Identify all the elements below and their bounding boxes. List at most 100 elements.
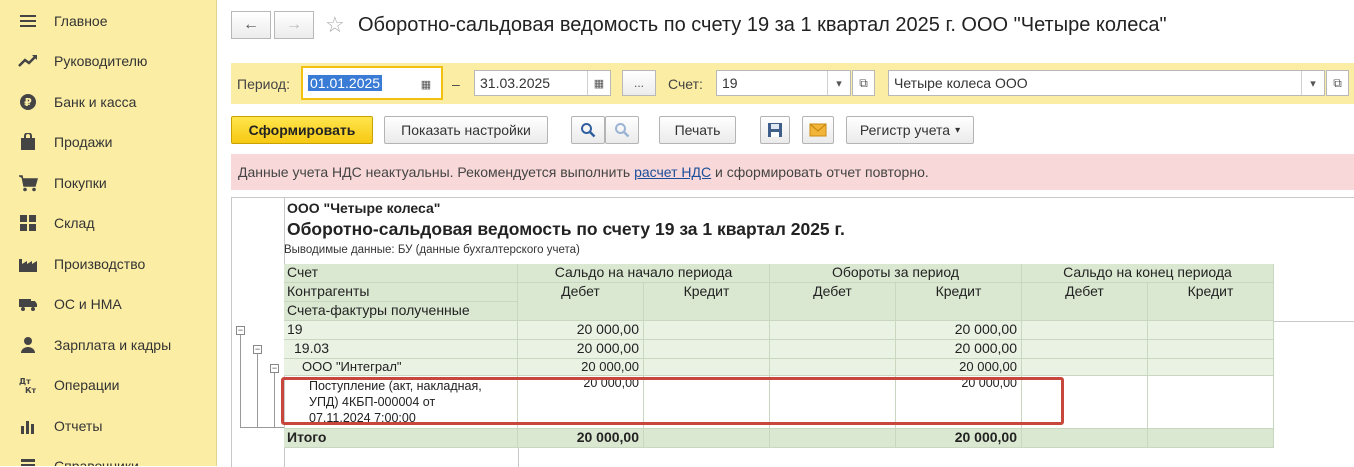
period-label: Период: bbox=[237, 76, 290, 92]
date-from-field[interactable]: 01.01.2025 ▦ bbox=[301, 66, 443, 100]
sidebar-item-fixed-assets[interactable]: ОС и НМА bbox=[0, 284, 216, 324]
col-header-account: Счет bbox=[284, 264, 518, 283]
forward-button[interactable]: → bbox=[274, 11, 314, 39]
star-icon[interactable]: ☆ bbox=[325, 12, 345, 38]
total-turn-credit: 20 000,00 bbox=[896, 429, 1022, 448]
sidebar-item-production[interactable]: Производство bbox=[0, 244, 216, 284]
cell-turn-credit: 20 000,00 bbox=[896, 359, 1022, 376]
sidebar-item-operations[interactable]: Дт Кт Операции bbox=[0, 365, 216, 405]
page-title: Оборотно-сальдовая ведомость по счету 19… bbox=[358, 14, 1167, 36]
chevron-down-icon[interactable]: ▾ bbox=[1301, 71, 1324, 95]
sidebar-item-warehouse[interactable]: Склад bbox=[0, 203, 216, 243]
floppy-icon bbox=[768, 123, 782, 137]
table-row[interactable]: 19.03 bbox=[284, 340, 518, 359]
sidebar-item-label: Производство bbox=[54, 256, 146, 272]
col-header-credit: Кредит bbox=[644, 283, 770, 321]
calendar-icon[interactable]: ▦ bbox=[415, 74, 437, 94]
cell-turn-credit: 20 000,00 bbox=[896, 321, 1022, 340]
period-select-button[interactable]: ... bbox=[622, 70, 656, 96]
total-open-debit: 20 000,00 bbox=[518, 429, 644, 448]
col-header-debit: Дебет bbox=[518, 283, 644, 321]
chevron-down-icon: ▾ bbox=[955, 124, 961, 136]
account-field[interactable]: 19 ▾ bbox=[716, 70, 851, 96]
open-icon: ⧉ bbox=[859, 75, 868, 90]
sidebar-item-reports[interactable]: Отчеты bbox=[0, 406, 216, 446]
menu-icon bbox=[18, 11, 38, 31]
vat-calculation-link[interactable]: расчет НДС bbox=[634, 164, 711, 180]
svg-text:₽: ₽ bbox=[24, 96, 32, 109]
chevron-down-icon[interactable]: ▾ bbox=[827, 71, 850, 95]
collapse-toggle[interactable]: − bbox=[253, 345, 262, 354]
sidebar-item-label: Справочники bbox=[54, 458, 139, 466]
print-button[interactable]: Печать bbox=[659, 116, 736, 144]
col-header-invoices: Счета-фактуры полученные bbox=[284, 302, 518, 321]
register-button[interactable]: Регистр учета ▾ bbox=[846, 116, 974, 144]
date-to-field[interactable]: 31.03.2025 ▦ bbox=[474, 70, 611, 96]
search-button[interactable] bbox=[571, 116, 605, 144]
date-to-value: 31.03.2025 bbox=[480, 75, 551, 91]
cell-turn-credit: 20 000,00 bbox=[896, 376, 1022, 429]
person-icon bbox=[18, 335, 38, 355]
sidebar-item-label: Склад bbox=[54, 215, 95, 231]
organization-field[interactable]: Четыре колеса ООО ▾ bbox=[888, 70, 1325, 96]
account-value: 19 bbox=[722, 75, 738, 91]
email-button[interactable] bbox=[802, 116, 834, 144]
chart-icon bbox=[18, 416, 38, 436]
bag-icon bbox=[18, 132, 38, 152]
calendar-icon[interactable]: ▦ bbox=[587, 71, 610, 95]
sidebar-item-manager[interactable]: Руководителю bbox=[0, 41, 216, 81]
col-header-debit: Дебет bbox=[1022, 283, 1148, 321]
collapse-toggle[interactable]: − bbox=[236, 326, 245, 335]
sidebar-item-salary[interactable]: Зарплата и кадры bbox=[0, 325, 216, 365]
sidebar-item-label: Покупки bbox=[54, 175, 107, 191]
period-dash: – bbox=[452, 76, 460, 92]
search-clear-icon bbox=[615, 123, 630, 138]
table-row[interactable]: ООО "Интеграл" bbox=[284, 359, 518, 376]
warning-banner: Данные учета НДС неактуальны. Рекомендуе… bbox=[231, 154, 1354, 190]
sidebar-item-main[interactable]: Главное bbox=[0, 1, 216, 41]
save-button[interactable] bbox=[760, 116, 790, 144]
document-line: УПД) 4КБП-000004 от bbox=[309, 395, 436, 409]
total-row: Итого bbox=[284, 429, 518, 448]
sidebar-item-sales[interactable]: Продажи bbox=[0, 122, 216, 162]
sidebar-item-bank[interactable]: ₽ Банк и касса bbox=[0, 82, 216, 122]
col-header-opening: Сальдо на начало периода bbox=[518, 264, 770, 283]
coin-icon: ₽ bbox=[18, 92, 38, 112]
collapse-toggle[interactable]: − bbox=[270, 364, 279, 373]
account-open-button[interactable]: ⧉ bbox=[852, 70, 875, 96]
sidebar-item-label: Операции bbox=[54, 377, 120, 393]
table-row[interactable]: 19 bbox=[284, 321, 518, 340]
trend-icon bbox=[18, 51, 38, 71]
show-settings-button[interactable]: Показать настройки bbox=[384, 116, 548, 144]
cell-open-debit: 20 000,00 bbox=[518, 340, 644, 359]
report-title: Оборотно-сальдовая ведомость по счету 19… bbox=[287, 219, 845, 239]
col-header-credit: Кредит bbox=[1148, 283, 1274, 321]
sidebar-item-label: Продажи bbox=[54, 134, 113, 150]
sidebar-item-label: Зарплата и кадры bbox=[54, 337, 172, 353]
document-line: 07.11.2024 7:00:00 bbox=[309, 411, 416, 425]
organization-value: Четыре колеса ООО bbox=[894, 75, 1028, 91]
sidebar-item-label: Банк и касса bbox=[54, 94, 137, 110]
col-header-counterparties: Контрагенты bbox=[284, 283, 518, 302]
parameter-bar: Период: 01.01.2025 ▦ – 31.03.2025 ▦ ... … bbox=[231, 63, 1354, 104]
warehouse-icon bbox=[18, 213, 38, 233]
envelope-icon bbox=[809, 123, 827, 137]
generate-button[interactable]: Сформировать bbox=[231, 116, 373, 144]
table-row[interactable]: Поступление (акт, накладная, УПД) 4КБП-0… bbox=[284, 376, 518, 429]
sidebar-item-label: Главное bbox=[54, 13, 108, 29]
sidebar-item-references[interactable]: Справочники bbox=[0, 446, 216, 466]
factory-icon bbox=[18, 254, 38, 274]
arrow-left-icon: ← bbox=[243, 16, 259, 33]
cell-turn-credit: 20 000,00 bbox=[896, 340, 1022, 359]
account-label: Счет: bbox=[668, 76, 703, 92]
clear-search-button[interactable] bbox=[605, 116, 639, 144]
truck-icon bbox=[18, 294, 38, 314]
col-header-closing: Сальдо на конец периода bbox=[1022, 264, 1274, 283]
sidebar-item-purchases[interactable]: Покупки bbox=[0, 163, 216, 203]
back-button[interactable]: ← bbox=[231, 11, 271, 39]
cart-icon bbox=[18, 173, 38, 193]
organization-open-button[interactable]: ⧉ bbox=[1326, 70, 1349, 96]
sidebar-item-label: ОС и НМА bbox=[54, 296, 122, 312]
document-line: Поступление (акт, накладная, bbox=[309, 379, 482, 393]
warning-text: Данные учета НДС неактуальны. Рекомендуе… bbox=[238, 164, 929, 180]
